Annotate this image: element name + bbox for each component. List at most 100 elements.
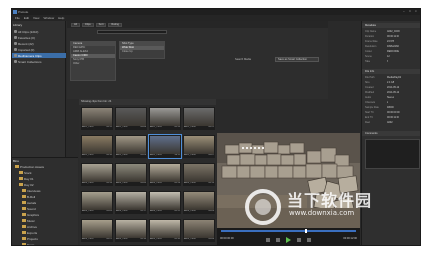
close-icon[interactable]: × (415, 10, 418, 13)
toolbar-button-clips[interactable]: Clips (81, 22, 94, 27)
save-smart-collection-button[interactable]: Save as Smart Collection (275, 57, 319, 62)
file-info-key: End TC (365, 116, 374, 119)
bin-tree-item[interactable]: Day 02 (19, 182, 34, 187)
bin-tree-item[interactable]: Stock (19, 170, 32, 175)
bin-tree-item[interactable]: B-Roll (22, 194, 35, 199)
clip-thumbnail-caption: A001_C004 00:22 (184, 126, 214, 129)
toolbar-button-rating[interactable]: Rating (108, 22, 122, 27)
bin-tree-item[interactable]: Production Assets (15, 164, 44, 169)
clip-name: A003_C001 (82, 182, 94, 184)
file-info-value: 2 (387, 101, 389, 104)
filter-item[interactable]: Close Up (120, 50, 164, 54)
clip-thumbnail-image (82, 164, 112, 182)
file-info-key: Audio (365, 96, 372, 99)
metadata-value[interactable]: 12 (387, 55, 390, 59)
sidebar-item[interactable]: Smart Collections (14, 59, 42, 64)
window-controls: – □ × (403, 10, 418, 13)
scrubber-playhead[interactable] (304, 229, 307, 233)
clip-thumbnail-image (184, 220, 214, 238)
clip-thumbnail[interactable]: A003_C002 00:06 (115, 163, 147, 186)
bin-tree-item[interactable]: Interviews (22, 188, 41, 193)
camera-filter-list[interactable]: Camera RED EPIC ARRI ALEXA Canon C300 Sony F… (70, 41, 116, 81)
minimize-icon[interactable]: – (403, 10, 406, 13)
file-info-key: Modified (365, 91, 375, 94)
clip-thumbnail[interactable]: A003_C001 00:14 (81, 163, 113, 186)
filter-item[interactable]: Other (71, 62, 115, 66)
clip-thumbnail-caption: A001_C002 00:08 (116, 126, 146, 129)
sidebar-item[interactable]: Imported (0) (14, 47, 34, 52)
clip-thumbnail[interactable]: A003_C003 00:19 (149, 163, 181, 186)
shot-type-filter-list[interactable]: Shot Type Wide Shot Close Up (119, 41, 165, 59)
clip-thumbnail[interactable]: A003_C004 00:13 (183, 163, 215, 186)
sidebar-item[interactable]: RedCamera Clips (12, 53, 66, 58)
clip-thumbnail[interactable]: A001_C002 00:08 (115, 107, 147, 130)
bin-tree-item[interactable]: Temp (22, 242, 35, 246)
bin-tree-item[interactable]: Archive (22, 224, 37, 229)
toolbar-button-all[interactable]: All (71, 22, 80, 27)
clip-name: A003_C004 (184, 182, 196, 184)
timeline-scrubber[interactable] (221, 229, 356, 233)
folder-icon (22, 207, 26, 210)
metadata-value[interactable]: 4096x2160 (387, 45, 399, 49)
rewind-icon[interactable] (276, 238, 280, 242)
clip-thumbnail[interactable]: A001_C004 00:22 (183, 107, 215, 130)
play-icon[interactable] (286, 237, 291, 243)
sidebar-item[interactable]: Favorites (0) (14, 35, 35, 40)
sidebar-item[interactable]: All Clips (2210) (14, 29, 38, 34)
clip-thumbnail[interactable]: A004_C004 00:09 (183, 191, 215, 214)
bin-tree-item[interactable]: Graphics (22, 212, 39, 217)
bin-tree-item[interactable]: Day 01 (19, 176, 34, 181)
metadata-value[interactable]: REDCODE (387, 50, 399, 54)
file-info-row: Reel A002 (365, 121, 420, 125)
video-frame[interactable] (217, 133, 360, 228)
clip-duration: 00:09 (140, 154, 146, 156)
collection-icon (14, 42, 17, 45)
clip-thumbnail[interactable]: A002_C004 00:07 (183, 135, 215, 158)
library-section-label: Library (13, 23, 23, 27)
metadata-key: Clip Name (365, 30, 377, 33)
clip-thumbnail[interactable]: A004_C001 00:05 (81, 191, 113, 214)
clip-thumbnail[interactable]: A002_C002 00:09 (115, 135, 147, 158)
metadata-row: Take 3 (365, 60, 420, 64)
clip-thumbnail[interactable]: A004_C003 00:12 (149, 191, 181, 214)
clip-thumbnail-caption: A004_C004 00:09 (184, 210, 214, 213)
search-input[interactable] (97, 30, 167, 34)
bin-tree-item[interactable]: Sound (22, 206, 36, 211)
clip-thumbnail-image (116, 164, 146, 182)
comments-section-header[interactable]: Comments (362, 131, 420, 136)
clip-thumbnail[interactable]: A005_C003 00:10 (149, 219, 181, 242)
comments-field[interactable] (365, 139, 420, 169)
clip-thumbnail[interactable]: A002_C001 00:10 (81, 135, 113, 158)
clip-thumbnail[interactable]: A002_C003 00:11 (148, 134, 182, 159)
file-info-section-header[interactable]: File Info (362, 69, 420, 74)
collection-icon (14, 48, 17, 51)
clip-thumbnail[interactable]: A001_C003 00:15 (149, 107, 181, 130)
file-info-value: 48000 (387, 106, 394, 109)
bin-tree-item[interactable]: Music (22, 218, 35, 223)
clip-thumbnail[interactable]: A005_C001 00:21 (81, 219, 113, 242)
metadata-value[interactable]: 00:00:11:00 (387, 35, 399, 39)
step-forward-icon[interactable] (307, 238, 311, 242)
metadata-value[interactable]: 23.976 (387, 40, 394, 44)
clip-name: A001_C003 (150, 126, 162, 128)
sidebar-item[interactable]: Recent (22) (14, 41, 34, 46)
bin-label: Temp (27, 242, 35, 246)
metadata-value[interactable]: 3 (387, 60, 388, 64)
clip-thumbnail[interactable]: A001_C001 00:12 (81, 107, 113, 130)
folder-icon (22, 189, 26, 192)
clip-thumbnail[interactable]: A005_C004 00:08 (183, 219, 215, 242)
bin-tree-item[interactable]: Exports (22, 230, 37, 235)
fast-forward-icon[interactable] (297, 238, 301, 242)
clip-thumbnail[interactable]: A004_C002 00:17 (115, 191, 147, 214)
folder-icon (22, 213, 26, 216)
metadata-section-header[interactable]: Metadata (362, 23, 420, 28)
toolbar-button-sort[interactable]: Sort (95, 22, 107, 27)
step-back-icon[interactable] (266, 238, 270, 242)
bin-tree-item[interactable]: Aerials (22, 200, 36, 205)
metadata-value[interactable]: A002_C003 (387, 30, 400, 34)
clip-grid: Showing clips from bin: 24 A001_C001 00:… (79, 99, 216, 245)
maximize-icon[interactable]: □ (409, 10, 412, 13)
clip-thumbnail[interactable]: A005_C002 00:16 (115, 219, 147, 242)
bin-tree-item[interactable]: Projects (22, 236, 38, 241)
clip-name: A002_C004 (184, 154, 196, 156)
